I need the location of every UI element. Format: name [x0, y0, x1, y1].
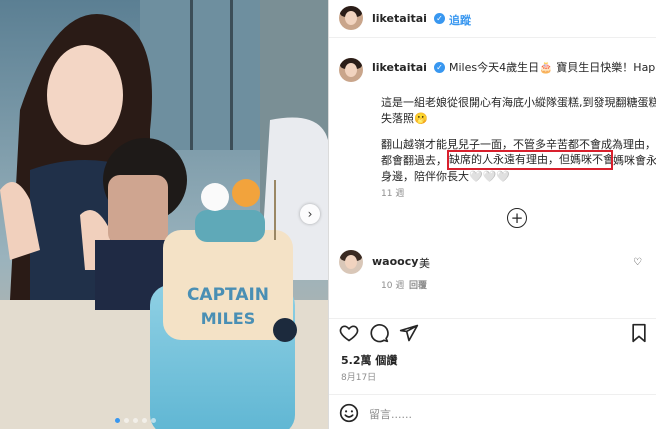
commenter-avatar[interactable]	[339, 250, 363, 274]
commenter-username[interactable]: waoocy	[372, 255, 418, 268]
carousel-dot	[115, 418, 120, 423]
plus-circle-icon: +	[510, 208, 524, 227]
comment-bar: 留言......	[329, 394, 656, 430]
post-header: liketaitai ✓ 追蹤	[329, 0, 656, 38]
comment-input[interactable]: 留言......	[369, 406, 412, 422]
likes-count[interactable]: 5.2萬 個讚	[341, 352, 397, 368]
caption-line: Miles今天4歲生日🎂 寶貝生日快樂！Happy birth	[449, 61, 656, 74]
post-date[interactable]: 8月17日	[341, 370, 376, 383]
carousel-dot	[151, 418, 156, 423]
carousel-dot	[124, 418, 129, 423]
carousel-dot	[142, 418, 147, 423]
highlighted-caption-line: 缺席的人永遠有理由，但媽咪不會有	[447, 150, 613, 170]
verified-badge-icon: ✓	[434, 62, 445, 73]
action-bar	[329, 318, 656, 345]
caption-line: 翻山越嶺才能見兒子一面，不管多辛苦都不會成為理由，什麼	[381, 138, 656, 151]
carousel-dots	[115, 418, 156, 423]
cake-text-1: CAPTAIN	[187, 285, 269, 305]
post-photo[interactable]: CAPTAIN MILES ›	[0, 0, 328, 429]
comment-text: 美	[419, 257, 430, 270]
heart-icon[interactable]	[339, 323, 359, 343]
share-icon[interactable]	[399, 323, 419, 343]
next-photo-button[interactable]: ›	[300, 204, 320, 224]
author-avatar[interactable]	[339, 6, 363, 30]
verified-badge-icon: ✓	[434, 13, 445, 24]
load-more-comments-button[interactable]: +	[507, 208, 527, 228]
post-image: CAPTAIN MILES	[0, 0, 328, 429]
cake-text-2: MILES	[201, 309, 256, 328]
bookmark-icon[interactable]	[629, 323, 649, 343]
caption-time[interactable]: 11 週	[381, 186, 404, 199]
caption-avatar[interactable]	[339, 58, 363, 82]
follow-button[interactable]: 追蹤	[449, 12, 471, 28]
caption-line: 媽咪會永	[613, 154, 656, 167]
emoji-icon[interactable]	[339, 403, 359, 423]
comment-time[interactable]: 10 週	[381, 278, 404, 291]
caption-line: 這是一組老娘從很開心有海底小縱隊蛋糕,到發現翻糖蛋糕不能	[381, 96, 656, 109]
reply-button[interactable]: 回覆	[409, 278, 427, 291]
post-panel: liketaitai ✓ 追蹤 liketaitai ✓ Miles今天4歲生日…	[328, 0, 656, 429]
carousel-dot	[133, 418, 138, 423]
caption-username[interactable]: liketaitai	[372, 61, 427, 74]
comment-heart-icon[interactable]: ♡	[633, 257, 642, 268]
author-username[interactable]: liketaitai	[372, 12, 427, 25]
caption-line: 身邊，陪伴你長大🤍🤍🤍	[381, 170, 511, 183]
comment-icon[interactable]	[369, 323, 389, 343]
caption-line: 失落照🫢	[381, 112, 428, 125]
